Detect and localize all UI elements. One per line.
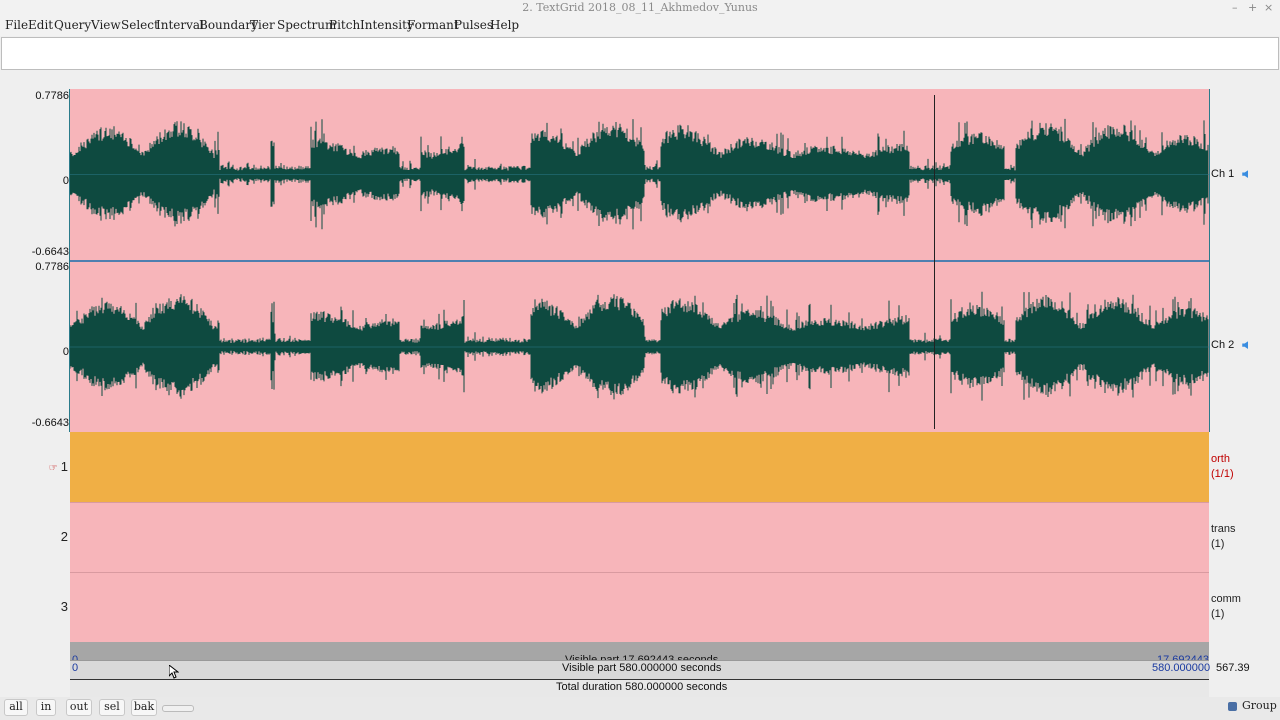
bottom-toolbar: all in out sel bak Group (0, 697, 1280, 720)
menu-pitch[interactable]: Pitch (329, 18, 360, 32)
menu-select[interactable]: Select (121, 18, 159, 32)
mouse-pointer-icon (169, 665, 179, 679)
menu-interval[interactable]: Interval (156, 18, 204, 32)
waveform-trace (70, 118, 1209, 230)
maximize-icon[interactable]: + (1248, 1, 1257, 14)
minimize-icon[interactable]: – (1232, 1, 1238, 14)
menu-bar: File Edit Query View Select Interval Bou… (0, 17, 1280, 36)
tier-2-number: 2 (60, 529, 68, 544)
pointer-hand-icon: ☞ (48, 463, 58, 474)
menu-query[interactable]: Query (54, 18, 91, 32)
group-checkbox[interactable] (1228, 702, 1237, 711)
window-start: 0 (72, 662, 79, 674)
total-duration-text: Total duration 580.000000 seconds (556, 681, 728, 693)
window-bar-text: Visible part 580.000000 seconds (562, 662, 722, 674)
tier-2-name: trans (1) (1211, 522, 1235, 552)
tier-2-count: (1) (1211, 538, 1225, 550)
channel-1-waveform[interactable] (70, 89, 1209, 260)
ch2-ymin-label: -0.6643 (31, 417, 69, 429)
tier-2-name-text: trans (1211, 523, 1236, 535)
zoom-in-button[interactable]: in (36, 699, 56, 716)
menu-pulses[interactable]: Pulses (454, 18, 493, 32)
tier-3-count: (1) (1211, 608, 1225, 620)
ch1-ymax-label: 0.7786 (35, 90, 69, 102)
window-right-value: 567.39 (1216, 662, 1250, 674)
channel-2-label: Ch 2 (1211, 339, 1249, 351)
zoom-all-button[interactable]: all (4, 699, 28, 716)
menu-edit[interactable]: Edit (28, 18, 53, 32)
tier-1-name-text: orth (1211, 453, 1230, 465)
waveform-trace (70, 291, 1209, 401)
menu-spectrum[interactable]: Spectrum (277, 18, 336, 32)
menu-tier[interactable]: Tier (250, 18, 275, 32)
tier-1-number: ☞ 1 (18, 459, 68, 474)
tier-3-number: 3 (60, 599, 68, 614)
menu-intensity[interactable]: Intensity (360, 18, 414, 32)
right-border (1209, 89, 1210, 432)
tier-2-trans[interactable] (70, 502, 1209, 573)
ch2-ymax-label: 0.7786 (35, 261, 69, 273)
tier-3-name-text: comm (1211, 593, 1241, 605)
window-title: 2. TextGrid 2018_08_11_Akhmedov_Yunus (522, 1, 758, 14)
channel-1-label: Ch 1 (1211, 168, 1249, 180)
ch1-ymin-label: -0.6643 (31, 246, 69, 258)
menu-formant[interactable]: Formant (407, 18, 459, 32)
close-icon[interactable]: × (1264, 1, 1273, 14)
title-bar: 2. TextGrid 2018_08_11_Akhmedov_Yunus – … (0, 0, 1280, 17)
zoom-back-button[interactable]: bak (131, 699, 157, 716)
tier-3-name: comm (1) (1211, 592, 1241, 622)
horizontal-scrollbar[interactable] (162, 705, 194, 712)
interval-text-field[interactable] (1, 37, 1279, 70)
channel-2-waveform[interactable] (70, 262, 1209, 432)
left-border (69, 89, 70, 432)
menu-help[interactable]: Help (490, 18, 519, 32)
tier-1-count: (1/1) (1211, 468, 1234, 480)
tier-1-orth[interactable] (70, 432, 1209, 502)
group-label: Group (1242, 699, 1277, 712)
ch2-label-text: Ch 2 (1211, 339, 1235, 351)
tier-1-name: orth (1/1) (1211, 452, 1234, 482)
tier-1-number-text: 1 (60, 459, 68, 474)
zoom-out-button[interactable]: out (66, 699, 92, 716)
ch1-label-text: Ch 1 (1211, 168, 1235, 180)
zoom-sel-button[interactable]: sel (99, 699, 125, 716)
time-cursor[interactable] (934, 95, 935, 429)
menu-file[interactable]: File (5, 18, 28, 32)
speaker-icon[interactable] (1242, 341, 1249, 350)
tier-3-comm[interactable] (70, 572, 1209, 643)
speaker-icon[interactable] (1242, 170, 1249, 179)
menu-view[interactable]: View (91, 18, 121, 32)
window-end: 580.000000 (1152, 662, 1211, 674)
